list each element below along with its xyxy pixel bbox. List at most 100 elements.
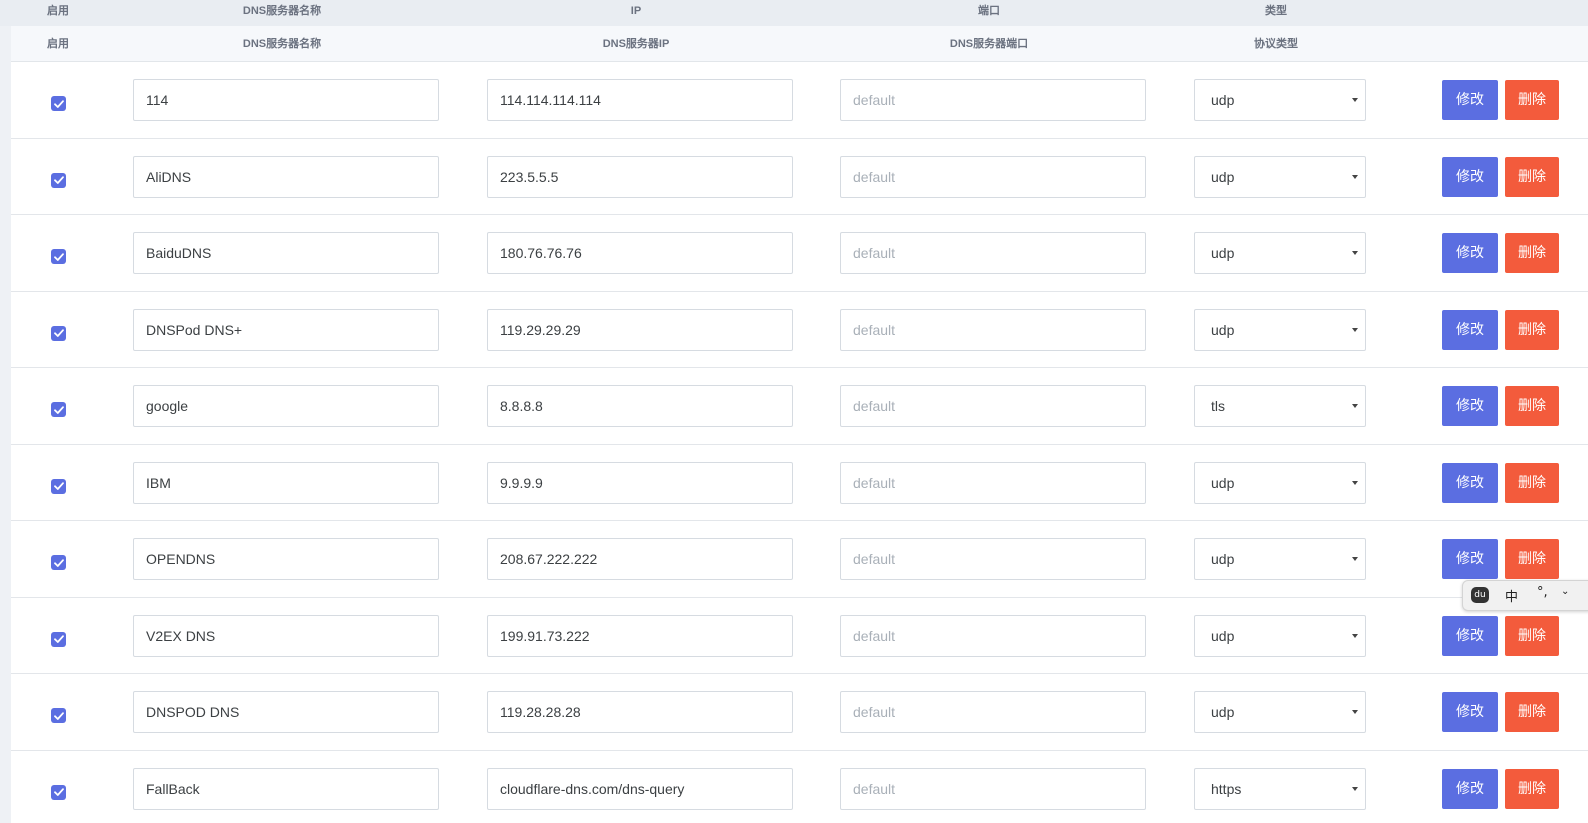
server-name-input[interactable]: AliDNS xyxy=(133,155,439,198)
edit-button[interactable]: 修改 xyxy=(1442,462,1498,503)
server-name-input[interactable]: DNSPod DNS+ xyxy=(133,308,439,351)
protocol-value: udp xyxy=(1211,474,1235,491)
protocol-select[interactable]: udp xyxy=(1194,691,1366,733)
protocol-value: udp xyxy=(1211,245,1235,261)
delete-button[interactable]: 删除 xyxy=(1505,615,1559,656)
enable-checkbox[interactable] xyxy=(51,631,66,647)
table-row: DNSPOD DNS 119.28.28.28 default udp 修改 删… xyxy=(11,674,1588,751)
enable-checkbox[interactable] xyxy=(51,478,66,494)
server-ip-input[interactable]: 9.9.9.9 xyxy=(487,461,793,504)
server-ip-input[interactable]: cloudflare-dns.com/dns-query xyxy=(487,767,793,810)
server-name-input[interactable]: BaiduDNS xyxy=(133,232,439,274)
table-row: google 8.8.8.8 default tls 修改 删除 xyxy=(11,368,1588,445)
server-ip-input[interactable]: 223.5.5.5 xyxy=(487,155,793,198)
delete-button[interactable]: 删除 xyxy=(1505,768,1559,809)
protocol-select[interactable]: udp xyxy=(1194,538,1366,580)
caret-down-icon xyxy=(1352,251,1358,255)
server-port-input[interactable]: default xyxy=(840,461,1146,504)
server-name-input[interactable]: IBM xyxy=(133,461,439,504)
enable-checkbox[interactable] xyxy=(51,325,66,341)
enable-checkbox[interactable] xyxy=(51,172,66,188)
table-row: AliDNS 223.5.5.5 default udp 修改 删除 xyxy=(11,139,1588,215)
server-name-input[interactable]: DNSPOD DNS xyxy=(133,691,439,733)
edit-button[interactable]: 修改 xyxy=(1442,539,1498,579)
delete-button[interactable]: 删除 xyxy=(1505,309,1559,350)
caret-down-icon xyxy=(1352,480,1358,485)
protocol-value: https xyxy=(1211,780,1242,797)
enable-checkbox[interactable] xyxy=(51,555,66,570)
enable-checkbox[interactable] xyxy=(51,249,66,264)
protocol-select[interactable]: udp xyxy=(1194,155,1366,198)
protocol-select[interactable]: udp xyxy=(1194,308,1366,351)
server-name-input[interactable]: 114 xyxy=(133,79,439,121)
edit-button[interactable]: 修改 xyxy=(1442,309,1498,350)
server-port-input[interactable]: default xyxy=(840,385,1146,427)
header-top-enable: 启用 xyxy=(47,5,69,17)
header-top-ip: IP xyxy=(630,5,642,17)
server-port-input[interactable]: default xyxy=(840,308,1146,351)
dns-server-list: 114 114.114.114.114 default udp 修改 删除 Al… xyxy=(11,62,1588,823)
protocol-value: udp xyxy=(1211,551,1235,567)
server-name-input[interactable]: FallBack xyxy=(133,767,439,810)
delete-button[interactable]: 删除 xyxy=(1505,386,1559,426)
server-ip-input[interactable]: 199.91.73.222 xyxy=(487,614,793,657)
server-ip-input[interactable]: 119.28.28.28 xyxy=(487,691,793,733)
table-row: IBM 9.9.9.9 default udp 修改 删除 xyxy=(11,445,1588,521)
ime-more-icon[interactable]: ⌄ xyxy=(1561,586,1569,597)
edit-button[interactable]: 修改 xyxy=(1442,692,1498,732)
server-name-input[interactable]: OPENDNS xyxy=(133,538,439,580)
protocol-value: udp xyxy=(1211,92,1235,108)
table-row: V2EX DNS 199.91.73.222 default udp 修改 删除 xyxy=(11,598,1588,674)
enable-checkbox[interactable] xyxy=(51,96,66,111)
server-port-input[interactable]: default xyxy=(840,614,1146,657)
server-ip-input[interactable]: 119.29.29.29 xyxy=(487,308,793,351)
edit-button[interactable]: 修改 xyxy=(1442,80,1498,120)
delete-button[interactable]: 删除 xyxy=(1505,233,1559,273)
edit-button[interactable]: 修改 xyxy=(1442,615,1498,656)
protocol-select[interactable]: udp xyxy=(1194,232,1366,274)
server-port-input[interactable]: default xyxy=(840,232,1146,274)
server-name-input[interactable]: V2EX DNS xyxy=(133,614,439,657)
table-row: 114 114.114.114.114 default udp 修改 删除 xyxy=(11,62,1588,139)
server-ip-input[interactable]: 208.67.222.222 xyxy=(487,538,793,580)
edit-button[interactable]: 修改 xyxy=(1442,233,1498,273)
protocol-select[interactable]: udp xyxy=(1194,614,1366,657)
caret-down-icon xyxy=(1352,327,1358,332)
delete-button[interactable]: 删除 xyxy=(1505,539,1559,579)
check-icon xyxy=(53,252,64,261)
ime-toolbar[interactable]: du 中 °, ⌄ xyxy=(1462,580,1588,611)
server-port-input[interactable]: default xyxy=(840,767,1146,810)
check-icon xyxy=(53,329,64,337)
ime-logo-icon[interactable]: du xyxy=(1471,587,1489,603)
server-name-input[interactable]: google xyxy=(133,385,439,427)
enable-checkbox[interactable] xyxy=(51,784,66,800)
protocol-select[interactable]: udp xyxy=(1194,79,1366,121)
check-icon xyxy=(53,405,64,414)
ime-language-toggle[interactable]: 中 xyxy=(1505,586,1518,605)
header-name: DNS服务器名称 xyxy=(242,38,322,50)
caret-down-icon xyxy=(1352,174,1358,179)
delete-button[interactable]: 删除 xyxy=(1505,692,1559,732)
protocol-select[interactable]: tls xyxy=(1194,385,1366,427)
enable-checkbox[interactable] xyxy=(51,402,66,417)
server-ip-input[interactable]: 180.76.76.76 xyxy=(487,232,793,274)
server-port-input[interactable]: default xyxy=(840,538,1146,580)
server-ip-input[interactable]: 114.114.114.114 xyxy=(487,79,793,121)
server-port-input[interactable]: default xyxy=(840,691,1146,733)
delete-button[interactable]: 删除 xyxy=(1505,462,1559,503)
protocol-select[interactable]: udp xyxy=(1194,461,1366,504)
protocol-value: udp xyxy=(1211,627,1235,644)
table-header: 启用 DNS服务器名称 DNS服务器IP DNS服务器端口 协议类型 xyxy=(11,26,1588,62)
server-port-input[interactable]: default xyxy=(840,155,1146,198)
delete-button[interactable]: 删除 xyxy=(1505,156,1559,197)
server-ip-input[interactable]: 8.8.8.8 xyxy=(487,385,793,427)
ime-punctuation-toggle[interactable]: °, xyxy=(1537,585,1548,600)
delete-button[interactable]: 删除 xyxy=(1505,80,1559,120)
edit-button[interactable]: 修改 xyxy=(1442,156,1498,197)
edit-button[interactable]: 修改 xyxy=(1442,768,1498,809)
protocol-select[interactable]: https xyxy=(1194,767,1366,810)
protocol-value: udp xyxy=(1211,704,1235,720)
server-port-input[interactable]: default xyxy=(840,79,1146,121)
edit-button[interactable]: 修改 xyxy=(1442,386,1498,426)
enable-checkbox[interactable] xyxy=(51,708,66,723)
